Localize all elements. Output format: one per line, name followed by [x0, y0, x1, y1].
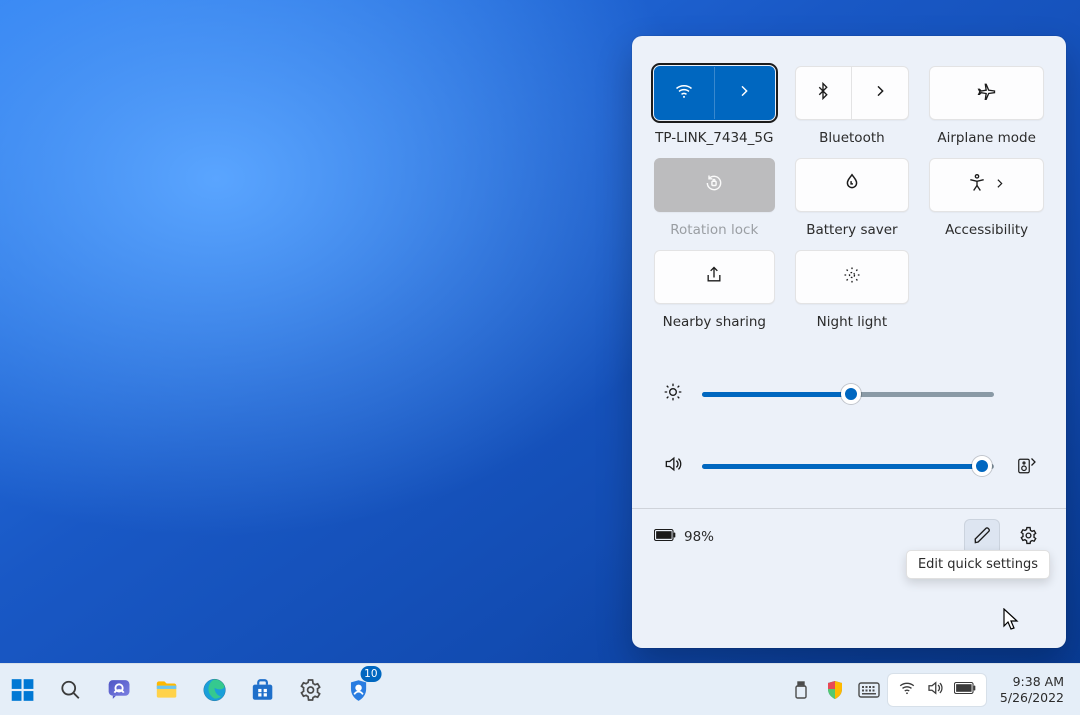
settings-button[interactable] [290, 670, 332, 710]
accessibility-label: Accessibility [929, 222, 1044, 238]
brightness-icon [663, 382, 683, 406]
wifi-tile[interactable] [654, 66, 775, 120]
bluetooth-icon [814, 82, 832, 104]
rotation-lock-tile [654, 158, 775, 212]
battery-status[interactable]: 98% [654, 528, 714, 546]
wifi-label: TP-LINK_7434_5G [654, 130, 775, 146]
battery-saver-tile[interactable] [795, 158, 910, 212]
chevron-right-icon [872, 83, 888, 103]
battery-saver-label: Battery saver [795, 222, 910, 238]
wifi-icon [674, 81, 694, 105]
share-icon [704, 265, 724, 289]
security-button[interactable]: 10 [338, 670, 380, 710]
battery-text: 98% [684, 529, 714, 545]
clock-time: 9:38 AM [1000, 674, 1064, 690]
bluetooth-tile[interactable] [795, 66, 910, 120]
bluetooth-label: Bluetooth [795, 130, 910, 146]
file-explorer-button[interactable] [146, 670, 188, 710]
chevron-right-icon [736, 83, 752, 103]
speaker-icon [663, 454, 683, 478]
tray-ime-icon[interactable] [854, 670, 884, 710]
night-light-icon [842, 265, 862, 289]
wifi-toggle[interactable] [655, 67, 715, 119]
audio-output-button[interactable] [1012, 457, 1036, 475]
pencil-icon [973, 526, 992, 549]
chat-button[interactable] [98, 670, 140, 710]
airplane-icon [977, 81, 997, 105]
accessibility-icon [967, 173, 987, 197]
gear-icon [1019, 526, 1038, 549]
airplane-label: Airplane mode [929, 130, 1044, 146]
taskbar-clock[interactable]: 9:38 AM 5/26/2022 [990, 674, 1070, 705]
night-light-label: Night light [795, 314, 910, 330]
nearby-sharing-label: Nearby sharing [654, 314, 775, 330]
bluetooth-expand[interactable] [852, 67, 908, 119]
accessibility-tile[interactable] [929, 158, 1044, 212]
rotation-lock-icon [704, 173, 724, 197]
battery-icon [654, 528, 676, 546]
start-button[interactable] [2, 670, 44, 710]
quick-settings-panel: TP-LINK_7434_5G Bluetooth [632, 36, 1066, 648]
system-tray-group[interactable] [888, 674, 986, 706]
mouse-cursor [1003, 608, 1021, 634]
taskbar: 10 9:38 AM 5/26/2022 [0, 663, 1080, 715]
chevron-right-icon [993, 177, 1006, 194]
night-light-tile[interactable] [795, 250, 910, 304]
tray-security-icon[interactable] [820, 670, 850, 710]
nearby-sharing-tile[interactable] [654, 250, 775, 304]
store-button[interactable] [242, 670, 284, 710]
wifi-expand[interactable] [715, 67, 774, 119]
speaker-icon [926, 679, 944, 701]
badge-count: 10 [360, 666, 381, 682]
edge-button[interactable] [194, 670, 236, 710]
airplane-tile[interactable] [929, 66, 1044, 120]
rotation-lock-label: Rotation lock [654, 222, 775, 238]
taskbar-pinned-apps: 10 [0, 664, 380, 715]
edit-tooltip: Edit quick settings [906, 550, 1050, 579]
battery-icon [954, 682, 976, 698]
bluetooth-toggle[interactable] [796, 67, 853, 119]
wifi-icon [898, 679, 916, 701]
brightness-slider[interactable] [662, 358, 1036, 430]
tray-usb-icon[interactable] [786, 670, 816, 710]
clock-date: 5/26/2022 [1000, 690, 1064, 706]
search-button[interactable] [50, 670, 92, 710]
volume-slider[interactable] [662, 430, 1036, 502]
battery-saver-icon [841, 172, 863, 198]
